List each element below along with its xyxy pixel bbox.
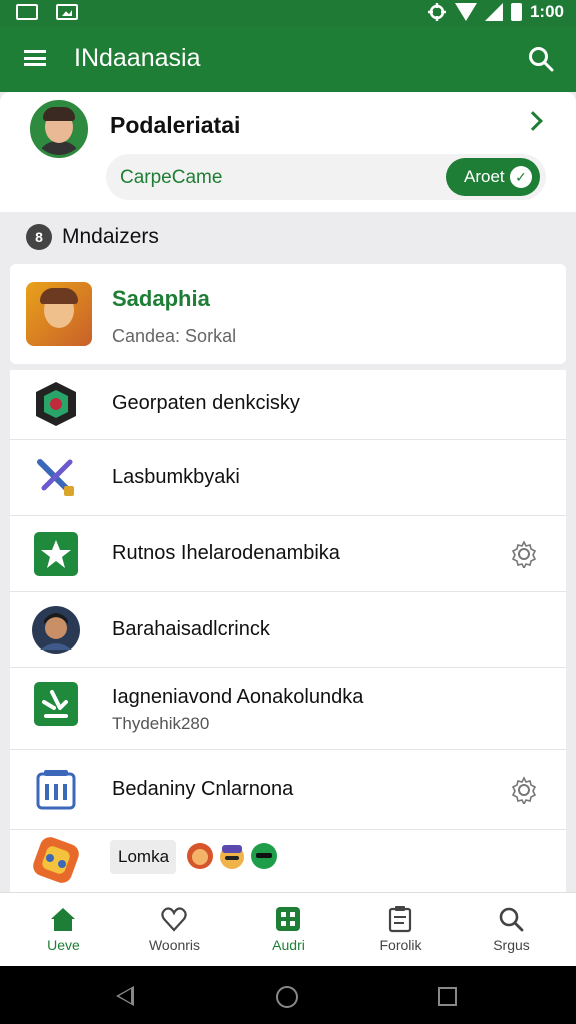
recents-icon[interactable] (438, 987, 457, 1006)
list-item-sublabel: Thydehik280 (112, 714, 210, 733)
face-emoji-icon (220, 845, 244, 869)
battery-icon (510, 3, 522, 21)
notification-icon (16, 4, 38, 20)
menu-icon[interactable] (24, 50, 46, 66)
gear-icon[interactable] (510, 776, 538, 804)
tag-chip[interactable]: Lomka (110, 840, 176, 874)
avatar-icon (32, 606, 80, 654)
list-item[interactable]: Rutnos Ihelarodenambika (10, 516, 566, 592)
search-icon[interactable] (528, 46, 554, 72)
check-icon: ✓ (510, 166, 532, 188)
wifi-icon (454, 3, 477, 21)
status-bar: 1:00 (0, 0, 576, 26)
bottom-navigation: Ueve Woonris Audri Forolik Srgus (0, 892, 576, 966)
status-time: 1:00 (529, 2, 564, 21)
building-icon (36, 770, 76, 810)
tab-label: Forolik (379, 937, 422, 953)
toggle-label: Aroet (464, 167, 505, 186)
campaign-pill[interactable]: CarpeCame Aroet ✓ (106, 154, 546, 200)
campaign-label: CarpeCame (120, 167, 223, 188)
game-badge-icon (36, 382, 76, 426)
data-saver-icon (427, 3, 446, 21)
profile-card[interactable]: Podaleriatai CarpeCame Aroet ✓ (0, 92, 576, 212)
heart-icon (161, 907, 187, 932)
tab-clipboard[interactable]: Forolik (343, 893, 458, 967)
list-item[interactable]: Iagneniavond Aonakolundka Thydehik280 (10, 668, 566, 750)
list-item-label: Iagneniavond Aonakolundka (112, 686, 364, 708)
list-item[interactable]: Lasbumkbyaki (10, 440, 566, 516)
tab-favorites[interactable]: Woonris (117, 893, 232, 967)
list-item-label: Rutnos Ihelarodenambika (112, 542, 340, 564)
puzzle-icon (33, 837, 79, 883)
pin-icon (34, 682, 78, 726)
section-icon: 8 (26, 224, 52, 250)
tab-label: Srgus (493, 937, 530, 953)
profile-avatar[interactable] (30, 100, 88, 158)
star-icon (34, 532, 78, 576)
chevron-right-icon[interactable] (523, 111, 543, 131)
grid-icon (276, 907, 300, 931)
featured-subtitle: Candea: Sorkal (112, 326, 237, 346)
list-item-label: Barahaisadlcrinck (112, 618, 270, 640)
section-title: Mndaizers (62, 225, 159, 248)
green-emoji-icon (251, 843, 277, 869)
section-header: 8 Mndaizers (26, 224, 159, 250)
item-list: Georpaten denkcisky Lasbumkbyaki Rutnos … (10, 370, 566, 892)
tab-grid[interactable]: Audri (231, 893, 346, 967)
list-item-label: Georpaten denkcisky (112, 392, 300, 414)
featured-thumbnail (26, 282, 92, 346)
list-item[interactable]: Georpaten denkcisky (10, 370, 566, 440)
tab-home[interactable]: Ueve (6, 893, 121, 967)
tab-label: Ueve (47, 937, 80, 953)
home-circle-icon[interactable] (276, 986, 298, 1008)
profile-name: Podaleriatai (110, 112, 241, 138)
search-icon (499, 907, 524, 932)
crossed-swords-icon (37, 459, 74, 496)
tab-search[interactable]: Srgus (454, 893, 569, 967)
tab-label: Woonris (148, 937, 201, 953)
home-icon (51, 908, 75, 931)
lion-emoji-icon (187, 843, 213, 869)
system-navigation-bar (0, 966, 576, 1024)
image-notification-icon (56, 4, 78, 20)
app-title: INdaanasia (74, 44, 201, 72)
featured-title: Sadaphia (112, 286, 210, 311)
gear-icon[interactable] (510, 540, 538, 568)
list-item[interactable]: Lomka (10, 830, 566, 892)
clipboard-icon (388, 906, 412, 933)
featured-card[interactable]: Sadaphia Candea: Sorkal (10, 264, 566, 364)
list-item-label: Lomka (118, 847, 170, 866)
list-item-label: Lasbumkbyaki (112, 466, 240, 488)
campaign-toggle[interactable]: Aroet ✓ (446, 158, 540, 196)
list-item[interactable]: Bedaniny Cnlarnona (10, 750, 566, 830)
tab-label: Audri (272, 937, 305, 953)
app-bar: INdaanasia (0, 26, 576, 92)
signal-icon (484, 3, 503, 21)
back-icon[interactable] (116, 986, 134, 1006)
list-item-label: Bedaniny Cnlarnona (112, 778, 294, 800)
list-item[interactable]: Barahaisadlcrinck (10, 592, 566, 668)
